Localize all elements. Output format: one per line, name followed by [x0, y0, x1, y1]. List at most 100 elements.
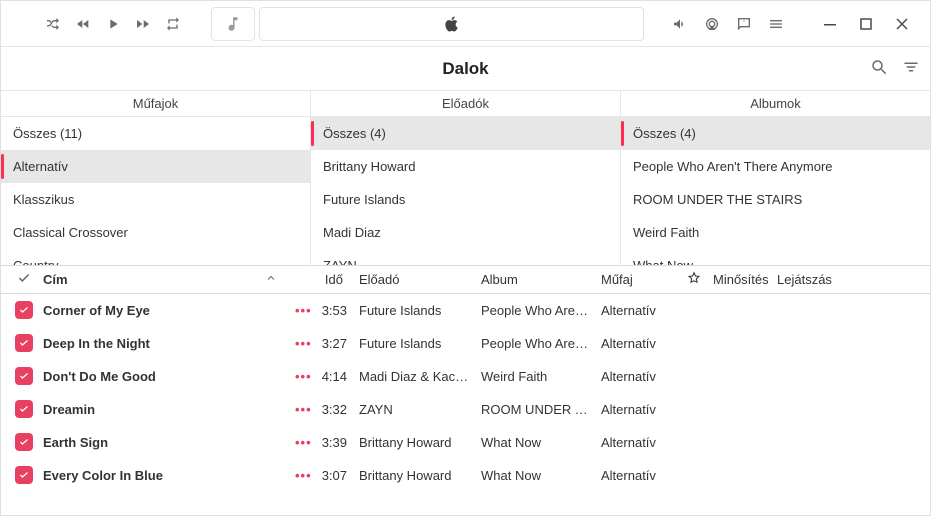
column-favorite[interactable] [675, 266, 705, 293]
browser-item[interactable]: What Now [621, 249, 930, 265]
check-icon [17, 271, 31, 288]
volume-button[interactable] [666, 7, 694, 41]
table-row[interactable]: Corner of My Eye•••3:53Future IslandsPeo… [1, 294, 930, 327]
airplay-button[interactable] [698, 7, 726, 41]
browser-item[interactable]: Madi Diaz [311, 216, 620, 249]
column-time[interactable]: Idő [317, 266, 351, 293]
checkbox-checked-icon [15, 433, 33, 451]
apple-icon [442, 14, 462, 34]
row-time: 3:27 [317, 336, 351, 351]
row-time: 3:32 [317, 402, 351, 417]
row-album: People Who Aren't T… [473, 303, 593, 318]
browser-item[interactable]: Weird Faith [621, 216, 930, 249]
browser-column: AlbumokÖsszes (4)People Who Aren't There… [621, 91, 930, 265]
ellipsis-icon: ••• [295, 435, 312, 450]
column-title-label: Cím [43, 272, 68, 287]
app-window: " Dalok MűfajokÖsszes (11)AlternatívKlas… [0, 0, 931, 516]
browser-item[interactable]: Összes (4) [621, 117, 930, 150]
row-checkbox[interactable] [5, 400, 35, 418]
ellipsis-icon: ••• [295, 369, 312, 384]
browser-item[interactable]: Alternatív [1, 150, 310, 183]
play-button[interactable] [99, 7, 127, 41]
row-artist: Madi Diaz & Kacey… [351, 369, 473, 384]
row-checkbox[interactable] [5, 367, 35, 385]
star-icon [687, 271, 701, 288]
ellipsis-icon: ••• [295, 336, 312, 351]
view-title: Dalok [442, 59, 488, 79]
row-time: 3:07 [317, 468, 351, 483]
row-album: People Who Aren't T… [473, 336, 593, 351]
row-more-button[interactable]: ••• [287, 402, 317, 417]
table-row[interactable]: Deep In the Night ••• 3:27Future IslandsPe… [1, 327, 930, 360]
row-title: Deep In the Night [35, 336, 287, 351]
row-artist: ZAYN [351, 402, 473, 417]
lyrics-button[interactable]: " [730, 7, 758, 41]
row-more-button[interactable]: ••• [287, 468, 317, 483]
column-title[interactable]: Cím [35, 266, 287, 293]
column-album[interactable]: Album [473, 266, 593, 293]
row-artist: Future Islands [351, 336, 473, 351]
row-album: ROOM UNDER THE… [473, 402, 593, 417]
row-checkbox[interactable] [5, 466, 35, 484]
filter-button[interactable] [902, 58, 920, 79]
browser-item[interactable]: ROOM UNDER THE STAIRS [621, 183, 930, 216]
browser-item[interactable]: Classical Crossover [1, 216, 310, 249]
row-title: Dreamin [35, 402, 287, 417]
row-genre: Alternatív [593, 336, 675, 351]
browser-column-header[interactable]: Előadók [311, 91, 620, 117]
title-bar: " [1, 1, 930, 47]
row-genre: Alternatív [593, 402, 675, 417]
column-artist[interactable]: Előadó [351, 266, 473, 293]
svg-text:": " [743, 20, 745, 26]
row-more-button[interactable]: ••• [287, 435, 317, 450]
repeat-button[interactable] [159, 7, 187, 41]
browser-item[interactable]: Brittany Howard [311, 150, 620, 183]
minimize-button[interactable] [822, 16, 838, 32]
shuffle-button[interactable] [39, 7, 67, 41]
browser-item[interactable]: Összes (11) [1, 117, 310, 150]
close-button[interactable] [894, 16, 910, 32]
table-row[interactable]: Dreamin•••3:32ZAYNROOM UNDER THE…Alterna… [1, 393, 930, 426]
maximize-button[interactable] [858, 16, 874, 32]
checkbox-checked-icon [15, 367, 33, 385]
row-genre: Alternatív [593, 435, 675, 450]
table-row[interactable]: Don't Do Me Good•••4:14Madi Diaz & Kacey… [1, 360, 930, 393]
browser-item[interactable]: Összes (4) [311, 117, 620, 150]
playback-controls [9, 7, 187, 41]
now-playing-display[interactable] [259, 7, 644, 41]
next-button[interactable] [129, 7, 157, 41]
browser-column-header[interactable]: Albumok [621, 91, 930, 117]
row-more-button[interactable]: ••• [287, 336, 317, 351]
row-genre: Alternatív [593, 468, 675, 483]
row-more-button[interactable]: ••• [287, 303, 317, 318]
browser-column: ElőadókÖsszes (4)Brittany HowardFuture I… [311, 91, 621, 265]
browser-item[interactable]: Klasszikus [1, 183, 310, 216]
column-genre[interactable]: Műfaj [593, 266, 675, 293]
row-checkbox[interactable] [5, 433, 35, 451]
browser-item[interactable]: Country [1, 249, 310, 265]
search-button[interactable] [870, 58, 888, 79]
view-header: Dalok [1, 47, 930, 91]
row-artist: Brittany Howard [351, 468, 473, 483]
browser-item[interactable]: ZAYN [311, 249, 620, 265]
queue-button[interactable] [762, 7, 790, 41]
column-rating[interactable]: Minősítés [705, 266, 769, 293]
row-more-button[interactable]: ••• [287, 369, 317, 384]
row-checkbox[interactable] [5, 334, 35, 352]
browser-item[interactable]: People Who Aren't There Anymore [621, 150, 930, 183]
column-plays[interactable]: Lejátszás [769, 266, 849, 293]
song-table-header: Cím Idő Előadó Album Műfaj Minősítés Lej… [1, 266, 930, 294]
checkbox-checked-icon [15, 400, 33, 418]
row-checkbox[interactable] [5, 301, 35, 319]
browser-item[interactable]: Future Islands [311, 183, 620, 216]
table-row[interactable]: Earth Sign•••3:39Brittany HowardWhat Now… [1, 426, 930, 459]
row-genre: Alternatív [593, 369, 675, 384]
browser-column-header[interactable]: Műfajok [1, 91, 310, 117]
previous-button[interactable] [69, 7, 97, 41]
column-check[interactable] [5, 266, 35, 293]
now-playing-thumb[interactable] [211, 7, 255, 41]
browser-column: MűfajokÖsszes (11)AlternatívKlasszikusCl… [1, 91, 311, 265]
checkbox-checked-icon [15, 466, 33, 484]
row-time: 4:14 [317, 369, 351, 384]
table-row[interactable]: Every Color In Blue•••3:07Brittany Howar… [1, 459, 930, 492]
